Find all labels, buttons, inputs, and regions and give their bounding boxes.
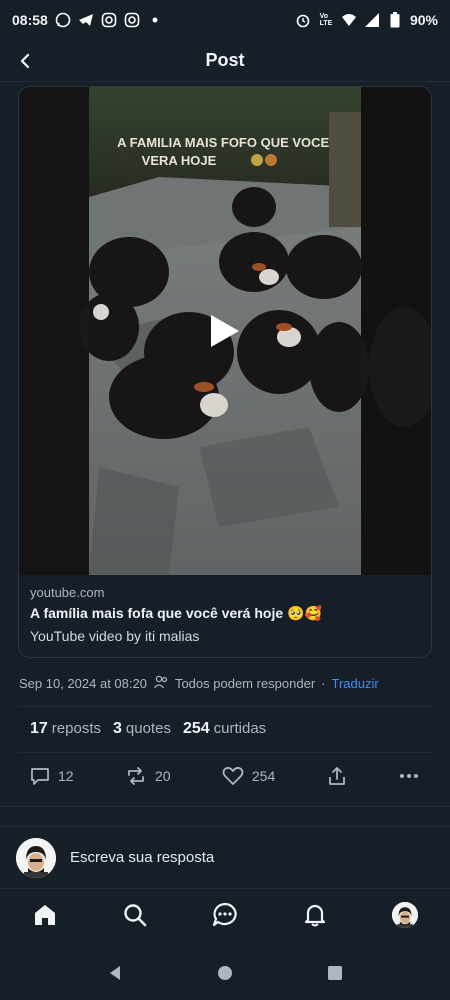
share-button[interactable] [327, 766, 347, 786]
square-recents-icon [328, 965, 342, 980]
play-button[interactable] [201, 309, 245, 353]
chat-icon [212, 902, 237, 926]
avatar [16, 837, 56, 878]
circle-home-icon [218, 965, 232, 980]
system-nav-bar [0, 950, 450, 1000]
triangle-back-icon [110, 965, 120, 980]
meta-separator: · [321, 676, 326, 691]
tab-home[interactable] [25, 895, 65, 935]
instagram-icon [101, 12, 117, 28]
video-player[interactable]: A FAMILIA MAIS FOFO QUE VOCE VERA HOJE [19, 87, 431, 575]
link-title: A família mais fofa que você verá hoje 🥺… [30, 605, 322, 621]
post-date: Sep 10, 2024 at 08:20 [19, 676, 147, 691]
nav-home-button[interactable] [217, 965, 233, 986]
likes-stat[interactable]: 254 curtidas [183, 720, 266, 738]
like-count: 254 [251, 768, 276, 784]
nav-back-button[interactable] [107, 965, 123, 986]
reply-composer[interactable]: Escreva sua resposta [0, 826, 450, 888]
play-icon [211, 315, 239, 347]
telegram-icon [78, 12, 94, 28]
status-left: 08:58 [12, 12, 163, 28]
people-icon [153, 674, 169, 693]
tab-profile[interactable] [385, 895, 425, 935]
tab-search[interactable] [115, 895, 155, 935]
repost-icon [128, 767, 144, 785]
battery-icon [387, 12, 403, 28]
wifi-icon [341, 12, 357, 28]
nav-recents-button[interactable] [327, 965, 343, 986]
translate-link[interactable]: Traduzir [332, 676, 379, 691]
bell-icon [304, 904, 326, 926]
reposts-stat[interactable]: 17 reposts [30, 720, 101, 738]
chevron-left-icon [20, 53, 30, 69]
divider [0, 806, 450, 807]
status-bar: 08:58 Vo LTE 90% [0, 0, 450, 40]
status-right: Vo LTE 90% [295, 12, 438, 28]
avatar [392, 901, 418, 928]
divider [18, 706, 432, 707]
dot-icon [147, 12, 163, 28]
home-icon [35, 904, 55, 925]
tab-notifications[interactable] [295, 895, 335, 935]
comment-icon [31, 768, 49, 785]
repost-button[interactable]: 20 [125, 766, 171, 786]
instagram-icon [124, 12, 140, 28]
share-icon [328, 767, 345, 785]
more-options-icon [399, 774, 418, 778]
page-title: Post [205, 50, 245, 70]
link-preview[interactable]: youtube.com A família mais fofa que você… [19, 575, 431, 654]
post-meta: Sep 10, 2024 at 08:20 Todos podem respon… [19, 674, 379, 693]
reply-button[interactable]: 12 [30, 766, 74, 786]
video-card[interactable]: A FAMILIA MAIS FOFO QUE VOCE VERA HOJE y… [18, 86, 432, 658]
repost-count: 20 [154, 768, 171, 784]
whatsapp-icon [55, 12, 71, 28]
reply-input[interactable]: Escreva sua resposta [70, 849, 214, 866]
heart-icon [222, 766, 244, 785]
signal-icon [364, 12, 380, 28]
bottom-tab-bar [0, 888, 450, 940]
volte-icon: Vo LTE [319, 13, 333, 27]
like-button[interactable]: 254 [222, 766, 275, 786]
status-time: 08:58 [12, 12, 48, 28]
reply-setting[interactable]: Todos podem responder [175, 676, 315, 691]
more-button[interactable] [398, 766, 420, 786]
search-icon [124, 903, 147, 926]
battery-level: 90% [409, 12, 438, 28]
quotes-stat[interactable]: 3 quotes [113, 720, 171, 738]
alarm-icon [295, 12, 311, 28]
divider [18, 752, 432, 753]
link-description: YouTube video by iti malias [30, 628, 200, 644]
post-stats: 17 reposts 3 quotes 254 curtidas [30, 720, 266, 738]
post-actions: 12 20 254 [30, 766, 420, 786]
tab-chat[interactable] [205, 895, 245, 935]
header: Post [0, 40, 450, 82]
reply-count: 12 [58, 768, 74, 784]
back-button[interactable] [12, 48, 38, 74]
link-domain: youtube.com [30, 585, 105, 600]
